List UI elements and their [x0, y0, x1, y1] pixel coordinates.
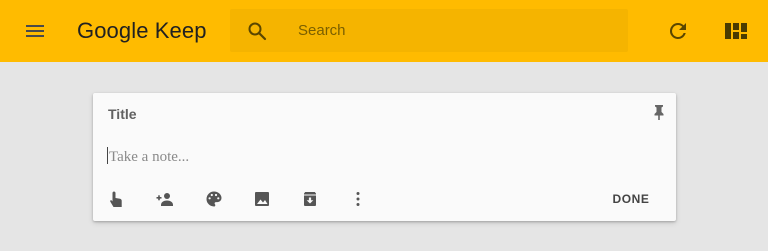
refresh-icon[interactable]	[666, 19, 690, 43]
app-header: Google Keep	[0, 0, 768, 62]
note-body-field[interactable]: Take a note...	[107, 147, 189, 166]
text-cursor	[107, 147, 108, 164]
archive-icon[interactable]	[301, 190, 319, 208]
palette-icon[interactable]	[205, 190, 223, 208]
search-icon[interactable]	[247, 21, 267, 41]
note-title-field[interactable]: Title	[108, 106, 137, 122]
search-bar[interactable]	[230, 9, 628, 52]
image-icon[interactable]	[253, 190, 271, 208]
pin-icon[interactable]	[650, 103, 668, 121]
note-editor: Title Take a note... DONE	[93, 93, 676, 221]
menu-icon	[26, 25, 44, 37]
note-body-placeholder: Take a note...	[109, 149, 190, 165]
main-menu-button[interactable]	[19, 19, 51, 43]
logo-google-text: Google	[77, 18, 149, 43]
search-input[interactable]	[298, 9, 608, 52]
more-icon[interactable]	[349, 190, 367, 208]
collaborator-icon[interactable]	[156, 190, 174, 208]
remind-me-icon[interactable]	[108, 190, 126, 208]
app-logo[interactable]: Google Keep	[77, 17, 207, 45]
logo-keep-text: Keep	[154, 18, 207, 43]
done-button[interactable]: DONE	[603, 192, 659, 206]
grid-view-icon[interactable]	[723, 19, 749, 43]
